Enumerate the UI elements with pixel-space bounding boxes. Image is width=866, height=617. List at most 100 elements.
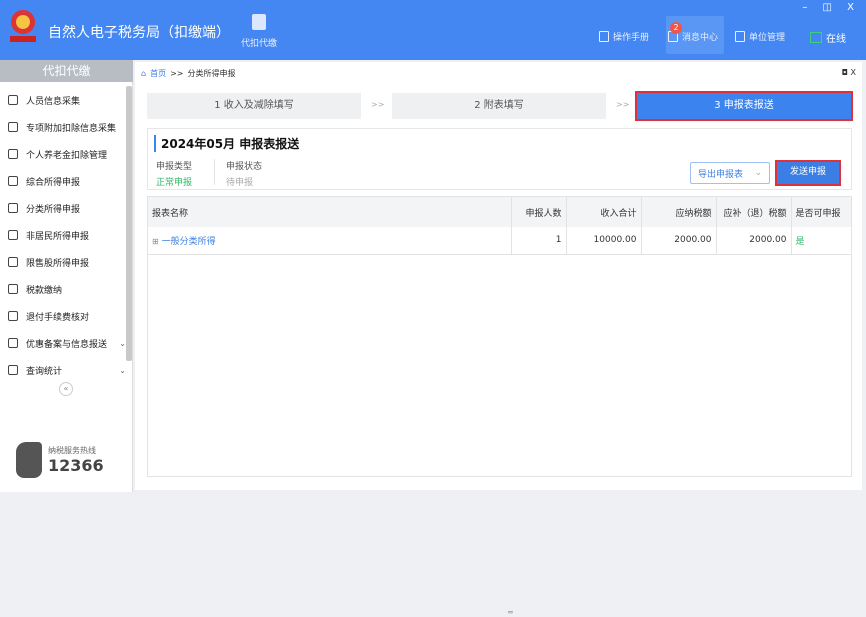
chevron-down-icon: ⌄ [754, 168, 762, 178]
window-controls[interactable]: – ◫ X [802, 2, 860, 13]
hotline-logo-icon [16, 442, 42, 478]
sidebar: 代扣代缴 人员信息采集专项附加扣除信息采集 个人养老金扣除管理 综合所得申报 分类所得… [0, 60, 133, 492]
nav-withholding[interactable]: 代扣代缴 [234, 14, 284, 49]
title-bar: 自然人电子税务局（扣缴端） 代扣代缴 操作手册 消息中心 2 单位管理 在线 –… [0, 0, 866, 60]
cell-income: 10000.00 [566, 227, 642, 255]
send-declaration-button[interactable]: 发送申报 [775, 160, 841, 186]
col-header[interactable]: 报表名称 [148, 197, 512, 227]
panel-controls[interactable]: ◘ X [842, 68, 856, 77]
sidebar-item[interactable]: 个人养老金扣除管理 [8, 144, 126, 164]
unit-management-button[interactable]: 单位管理 [735, 30, 785, 43]
manual-button[interactable]: 操作手册 [599, 30, 649, 43]
online-status[interactable]: 在线 [810, 30, 846, 45]
sidebar-header: 代扣代缴 [0, 60, 133, 82]
sidebar-item-label: 综合所得申报 [26, 177, 81, 188]
online-label: 在线 [826, 34, 846, 45]
wallet-icon [252, 14, 266, 30]
nav-label: 代扣代缴 [240, 39, 277, 49]
home-icon[interactable]: ⌂ [141, 69, 146, 78]
chevron-down-icon: ⌄ [119, 365, 126, 375]
hotline-number: 12366 [48, 456, 104, 475]
manual-label: 操作手册 [613, 33, 650, 43]
cell-due: 2000.00 [716, 227, 792, 255]
resize-grip-icon[interactable]: ═ [508, 608, 513, 617]
sidebar-scrollbar[interactable] [126, 86, 132, 361]
sidebar-item[interactable]: 人员信息采集 [8, 90, 126, 110]
monitor-check-icon [810, 32, 822, 43]
report-table: 报表名称 申报人数 收入合计 应纳税额 应补（退）税额 是否可申报 ⊞ 一般分类… [147, 196, 852, 617]
step-2[interactable]: 2 附表填写 [392, 93, 606, 119]
type-value: 正常申报 [156, 178, 193, 188]
sidebar-item-label: 个人养老金扣除管理 [26, 150, 108, 161]
breadcrumb-home[interactable]: 首页 [150, 68, 166, 79]
pie-icon [8, 203, 18, 213]
sidebar-item[interactable]: 非居民所得申报 [8, 225, 126, 245]
col-header[interactable]: 收入合计 [566, 197, 642, 227]
sidebar-item[interactable]: 专项附加扣除信息采集 [8, 117, 126, 137]
cell-count: 1 [511, 227, 567, 255]
step-separator: >> [616, 100, 630, 109]
report-name-link[interactable]: 一般分类所得 [162, 237, 216, 247]
document-icon [8, 338, 18, 348]
sidebar-item-label: 专项附加扣除信息采集 [26, 123, 117, 134]
sidebar-item[interactable]: 优惠备案与信息报送 ⌄ [8, 333, 126, 353]
document-icon [8, 311, 18, 321]
folder-icon [8, 284, 18, 294]
sidebar-item[interactable]: 查询统计 ⌄ [8, 360, 126, 380]
status-label: 申报状态 [226, 162, 263, 172]
message-badge: 2 [670, 22, 682, 34]
person-icon [8, 95, 18, 105]
unit-label: 单位管理 [749, 33, 786, 43]
status-value: 待申报 [226, 178, 254, 188]
table-row[interactable]: ⊞ 一般分类所得 1 10000.00 2000.00 2000.00 是 [148, 227, 851, 255]
hotline: 纳税服务热线 12366 [16, 442, 104, 478]
declaration-card: 2024年05月 申报表报送 申报类型 正常申报 申报状态 待申报 导出申报表 ⌄… [147, 128, 852, 190]
sidebar-item-label: 人员信息采集 [26, 96, 81, 107]
col-header[interactable]: 申报人数 [511, 197, 567, 227]
cell-tax: 2000.00 [641, 227, 717, 255]
sidebar-item[interactable]: 退付手续费核对 [8, 306, 126, 326]
app-title: 自然人电子税务局（扣缴端） [48, 25, 230, 41]
messages-label: 消息中心 [682, 33, 719, 43]
step-3[interactable]: 3 申报表报送 [635, 91, 853, 121]
manual-icon [599, 31, 609, 42]
step-separator: >> [371, 100, 385, 109]
col-header[interactable]: 是否可申报 [791, 197, 851, 227]
sidebar-item-label: 税款缴纳 [26, 285, 63, 296]
person-icon [8, 230, 18, 240]
sidebar-item[interactable]: 税款缴纳 [8, 279, 126, 299]
card-title: 2024年05月 申报表报送 [154, 135, 299, 152]
col-header[interactable]: 应纳税额 [641, 197, 717, 227]
step-1[interactable]: 1 收入及减除填写 [147, 93, 361, 119]
sidebar-item-label: 分类所得申报 [26, 204, 81, 215]
building-icon [735, 31, 745, 42]
expand-icon[interactable]: ⊞ [152, 237, 159, 246]
sidebar-item-label: 非居民所得申报 [26, 231, 90, 242]
sidebar-item-label: 退付手续费核对 [26, 312, 90, 323]
sidebar-item[interactable]: 综合所得申报 [8, 171, 126, 191]
sidebar-item-label: 查询统计 [26, 366, 63, 377]
tax-emblem-logo [10, 10, 36, 42]
main-panel: ⌂ 首页 >> 分类所得申报 ◘ X 1 收入及减除填写 >> 2 附表填写 >… [135, 62, 862, 617]
id-card-icon [8, 149, 18, 159]
breadcrumb-current: 分类所得申报 [187, 69, 236, 78]
divider [214, 159, 215, 185]
export-dropdown-button[interactable]: 导出申报表 ⌄ [690, 162, 770, 184]
sidebar-item-label: 优惠备案与信息报送 [26, 339, 108, 350]
sidebar-item[interactable]: 限售股所得申报 [8, 252, 126, 272]
sidebar-item[interactable]: 分类所得申报 [8, 198, 126, 218]
sidebar-item-label: 限售股所得申报 [26, 258, 90, 269]
collapse-sidebar-button[interactable]: « [59, 382, 73, 396]
export-label: 导出申报表 [698, 169, 744, 180]
search-list-icon [8, 365, 18, 375]
bar-chart-icon [8, 257, 18, 267]
type-label: 申报类型 [156, 162, 193, 172]
layers-icon [8, 176, 18, 186]
col-header[interactable]: 应补（退）税额 [716, 197, 792, 227]
breadcrumb-sep: >> [170, 69, 184, 78]
chevron-down-icon: ⌄ [119, 338, 126, 348]
hotline-label: 纳税服务热线 [48, 446, 96, 455]
cell-can-declare: 是 [791, 227, 851, 255]
breadcrumb: ⌂ 首页 >> 分类所得申报 [141, 68, 235, 79]
grid-icon [8, 122, 18, 132]
